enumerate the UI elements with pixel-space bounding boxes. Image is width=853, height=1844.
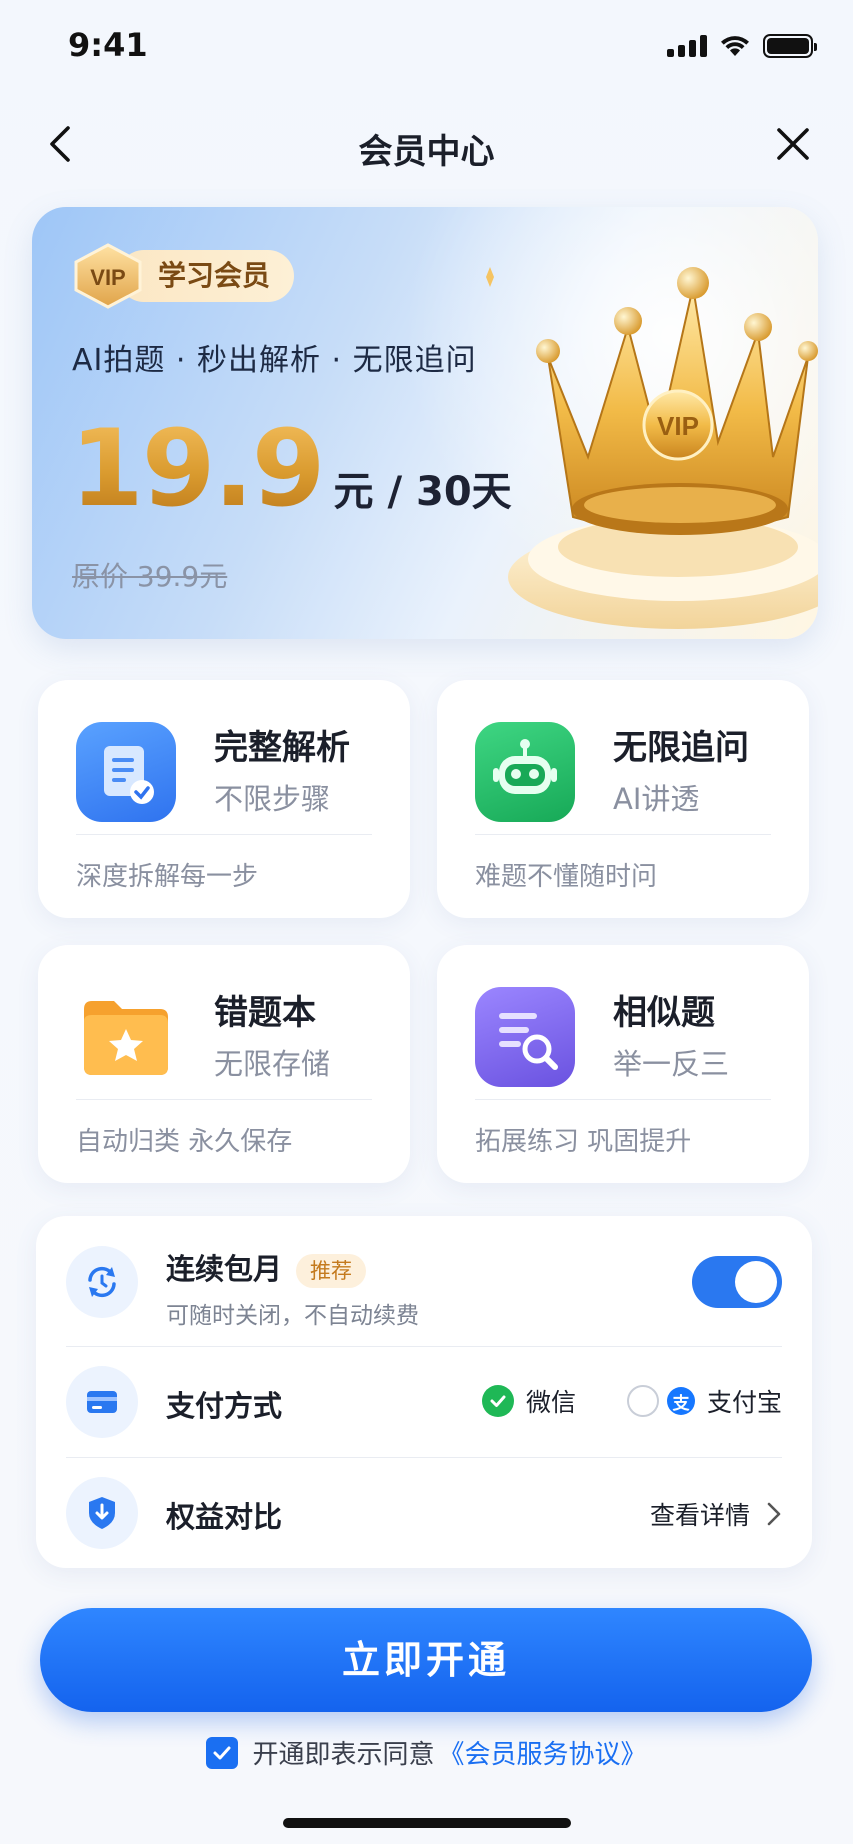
chevron-right-icon [767, 1502, 781, 1526]
auto-renew-row: 连续包月 推荐 可随时关闭，不自动续费 [36, 1216, 812, 1346]
view-details-link[interactable]: 查看详情 [650, 1496, 782, 1532]
feature-title: 错题本 [214, 993, 316, 1033]
original-price: 原价 39.9元 [72, 560, 228, 593]
radio-unchecked-icon [626, 1385, 659, 1417]
feature-desc: 深度拆解每一步 [76, 862, 259, 892]
benefits-compare-row[interactable]: 权益对比 查看详情 [36, 1458, 812, 1568]
vip-hexagon-icon: VIP [74, 243, 142, 309]
feature-card-unlimited-ask[interactable]: 无限追问 AI讲透 难题不懂随时问 [437, 680, 809, 918]
agreement-text: 开通即表示同意 [252, 1740, 435, 1770]
divider [475, 834, 771, 835]
pay-option-wechat[interactable]: 微信 [481, 1383, 576, 1419]
battery-icon [763, 34, 817, 58]
document-check-icon [76, 722, 176, 822]
robot-icon [475, 722, 575, 822]
feature-subtitle: AI讲透 [613, 782, 700, 816]
search-list-icon [475, 987, 575, 1087]
benefits-label: 权益对比 [166, 1500, 283, 1534]
feature-subtitle: 无限存储 [214, 1047, 331, 1081]
feature-card-similar-questions[interactable]: 相似题 举一反三 拓展练习 巩固提升 [437, 945, 809, 1183]
price-value: 19.9 [70, 407, 326, 530]
membership-hero-card: VIP 学习会员 AI拍题 · 秒出解析 · 无限追问 19.9 元 / 30天… [32, 207, 818, 639]
card-icon [66, 1366, 138, 1438]
feature-title: 相似题 [613, 993, 715, 1033]
star-folder-icon [76, 987, 176, 1087]
alipay-icon: 支 [666, 1387, 695, 1415]
feature-card-full-analysis[interactable]: 完整解析 不限步骤 深度拆解每一步 [38, 680, 410, 918]
shield-icon [66, 1477, 138, 1549]
hero-slogan: AI拍题 · 秒出解析 · 无限追问 [72, 343, 477, 378]
wechat-label: 微信 [525, 1388, 576, 1417]
feature-title: 无限追问 [613, 728, 749, 768]
close-icon[interactable] [771, 122, 815, 166]
auto-renew-toggle[interactable] [692, 1256, 782, 1308]
radio-checked-icon [481, 1385, 514, 1417]
cellular-signal-icon [667, 35, 707, 57]
payment-method-row: 支付方式 微信 支 支付宝 [36, 1347, 812, 1457]
feature-card-mistake-book[interactable]: 错题本 无限存储 自动归类 永久保存 [38, 945, 410, 1183]
vip-badge-label: 学习会员 [118, 250, 295, 302]
divider [76, 1099, 372, 1100]
page-title: 会员中心 [358, 132, 495, 172]
svg-text:VIP: VIP [657, 411, 699, 441]
activate-now-button[interactable]: 立即开通 [40, 1608, 812, 1712]
feature-desc: 拓展练习 巩固提升 [475, 1127, 692, 1157]
home-indicator [283, 1818, 571, 1828]
feature-title: 完整解析 [214, 728, 350, 768]
renew-cycle-icon [66, 1246, 138, 1318]
svg-text:VIP: VIP [90, 265, 125, 290]
wifi-icon [721, 36, 749, 56]
pay-option-alipay[interactable]: 支 支付宝 [626, 1383, 782, 1419]
feature-desc: 自动归类 永久保存 [76, 1127, 293, 1157]
agreement-checkbox[interactable] [206, 1736, 239, 1769]
divider [76, 834, 372, 835]
status-bar: 9:41 [0, 0, 853, 100]
view-details-label: 查看详情 [649, 1501, 750, 1530]
agreement-row: 开通即表示同意 《会员服务协议》 [0, 1734, 853, 1771]
alipay-label: 支付宝 [706, 1388, 782, 1417]
status-time: 9:41 [68, 26, 148, 64]
divider [475, 1099, 771, 1100]
feature-desc: 难题不懂随时问 [475, 862, 658, 892]
gold-crown-illustration: VIP [486, 267, 818, 629]
payment-method-label: 支付方式 [166, 1389, 283, 1423]
service-agreement-link[interactable]: 《会员服务协议》 [439, 1734, 647, 1771]
auto-renew-label: 连续包月 [166, 1252, 283, 1286]
auto-renew-note: 可随时关闭，不自动续费 [166, 1303, 419, 1329]
feature-subtitle: 不限步骤 [214, 782, 331, 816]
recommend-badge: 推荐 [296, 1254, 367, 1288]
price-row: 19.9 元 / 30天 [70, 407, 512, 530]
status-icons [667, 34, 817, 58]
subscription-options: 连续包月 推荐 可随时关闭，不自动续费 支付方式 微信 支 支付宝 权益对比 查… [36, 1216, 812, 1568]
feature-subtitle: 举一反三 [613, 1047, 730, 1081]
nav-bar: 会员中心 [0, 110, 853, 180]
vip-badge: VIP 学习会员 [72, 243, 295, 309]
